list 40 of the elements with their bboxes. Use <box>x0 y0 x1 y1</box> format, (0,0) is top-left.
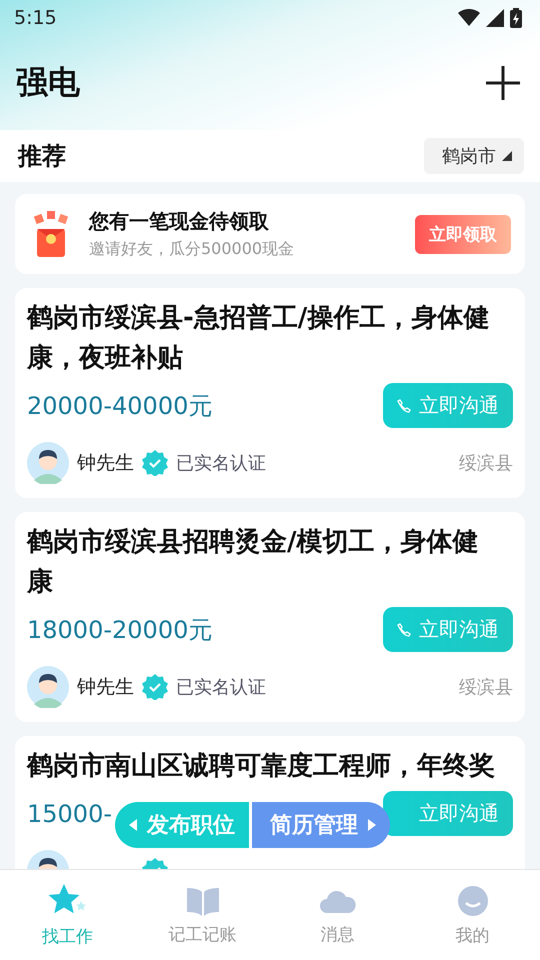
job-title: 鹤岗市绥滨县-急招普工/操作工，身体健康，夜班补贴 <box>27 302 490 375</box>
claim-button[interactable]: 立即领取 <box>415 214 511 254</box>
wifi-icon <box>458 9 480 27</box>
promo-subtitle: 邀请好友，瓜分500000现金 <box>89 239 296 260</box>
job-title: 鹤岗市绥滨县招聘烫金/模切工，身体健康 <box>27 526 480 599</box>
salary-text: 15000- <box>27 800 112 828</box>
right-arrow-icon <box>368 819 376 831</box>
post-job-button[interactable]: 发布职位 <box>115 802 249 848</box>
left-arrow-icon <box>129 819 137 831</box>
resume-management-button[interactable]: 简历管理 <box>252 802 390 848</box>
page-title: 强电 <box>16 62 80 103</box>
job-title: 鹤岗市南山区诚聘可靠度工程师，年终奖 <box>27 750 496 783</box>
tab[interactable]: 我的 <box>405 870 540 960</box>
contact-button[interactable]: 立即沟通 <box>383 791 513 836</box>
promo-title: 您有一笔现金待领取 <box>89 208 270 235</box>
job-card[interactable]: 鹤岗市绥滨县招聘烫金/模切工，身体健康 18000-20000元 立即沟通 钟先生 已实名认证 绥滨县 <box>15 512 525 722</box>
smiley-icon <box>456 884 490 918</box>
tab[interactable]: 找工作 <box>0 870 135 960</box>
dropdown-arrow-icon <box>502 151 512 161</box>
salary-text: 20000-40000元 <box>27 390 212 422</box>
tab[interactable]: 记工记账 <box>135 870 270 960</box>
status-time: 5:15 <box>14 7 57 29</box>
job-card[interactable]: 鹤岗市绥滨县-急招普工/操作工，身体健康，夜班补贴 20000-40000元 立即沟通 钟先生 已实名认证 绥滨县 <box>15 288 525 498</box>
verified-text: 已实名认证 <box>176 676 267 699</box>
signal-icon <box>486 9 504 27</box>
plus-icon[interactable] <box>486 66 520 100</box>
contact-button[interactable]: 立即沟通 <box>383 607 513 652</box>
poster-name: 钟先生 <box>77 675 134 700</box>
avatar <box>27 442 69 484</box>
verified-text: 已实名认证 <box>176 452 267 475</box>
battery-icon <box>510 8 522 28</box>
salary-text: 18000-20000元 <box>27 614 212 646</box>
tab[interactable]: 消息 <box>270 870 405 960</box>
avatar <box>27 666 69 708</box>
location-text: 绥滨县 <box>459 452 513 475</box>
city-dropdown[interactable]: 鹤岗市 <box>424 138 524 174</box>
section-label: 推荐 <box>18 141 66 172</box>
location-text: 绥滨县 <box>459 676 513 699</box>
contact-button[interactable]: 立即沟通 <box>383 383 513 428</box>
poster-name: 钟先生 <box>77 451 134 476</box>
